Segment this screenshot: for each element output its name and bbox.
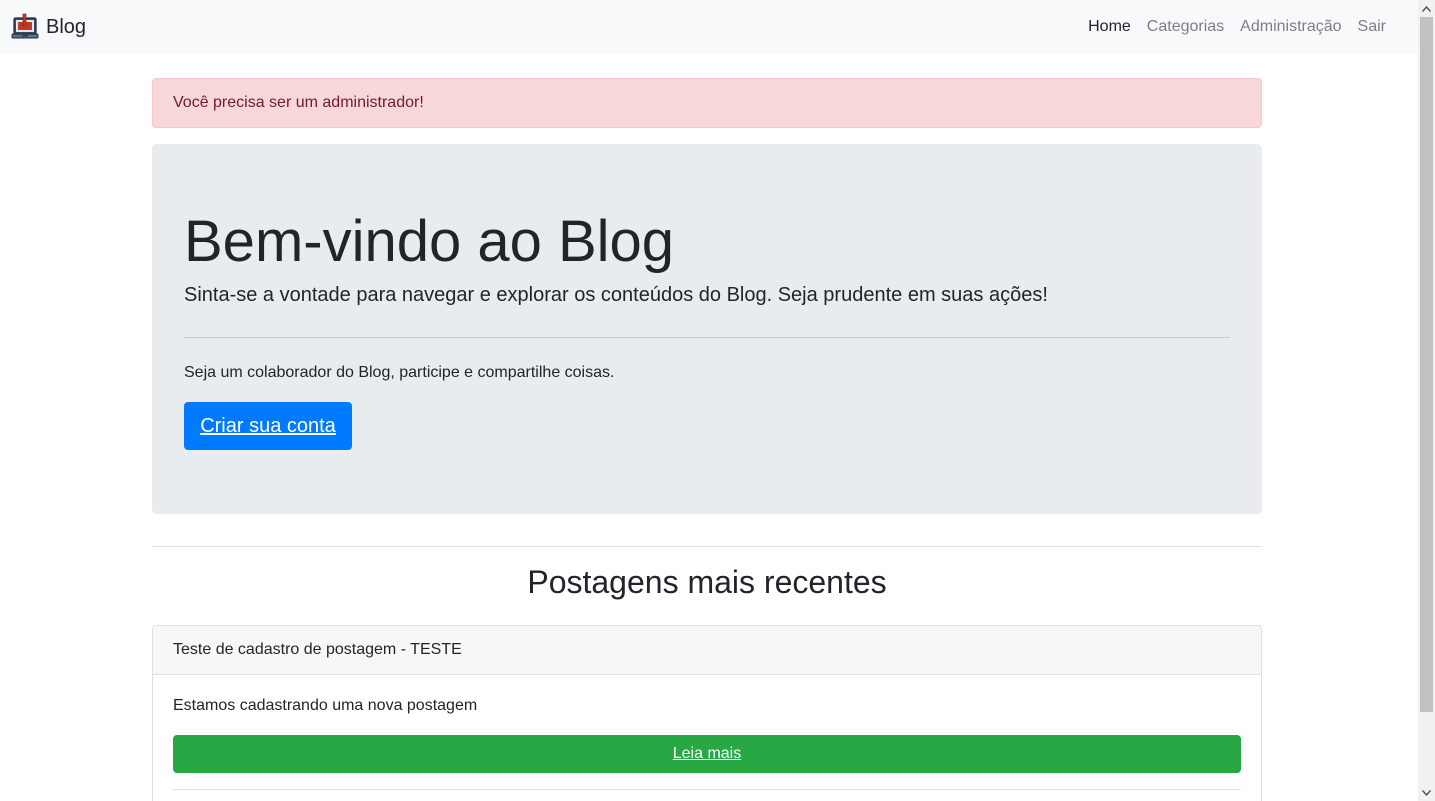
jumbotron-divider xyxy=(184,337,1230,338)
nav-home[interactable]: Home xyxy=(1080,0,1139,54)
scroll-down-arrow-icon[interactable] xyxy=(1418,784,1435,801)
welcome-title: Bem-vindo ao Blog xyxy=(184,209,675,274)
welcome-lead: Sinta-se a vontade para navegar e explor… xyxy=(184,284,1048,306)
nav-categorias[interactable]: Categorias xyxy=(1139,0,1232,54)
laptop-logo-icon xyxy=(11,13,39,39)
admin-required-alert: Você precisa ser um administrador! xyxy=(152,78,1262,128)
navbar: Blog Home Categorias Administração Sair xyxy=(0,0,1418,54)
create-account-button[interactable]: Criar sua conta xyxy=(184,402,352,450)
read-more-button[interactable]: Leia mais xyxy=(173,735,1241,773)
post-card: Teste de cadastro de postagem - TESTE Es… xyxy=(152,625,1262,801)
alert-message: Você precisa ser um administrador! xyxy=(173,94,424,111)
post-description: Estamos cadastrando uma nova postagem xyxy=(173,697,478,714)
nav-administracao[interactable]: Administração xyxy=(1232,0,1349,54)
post-card-header: Teste de cadastro de postagem - TESTE xyxy=(153,626,1261,675)
scroll-up-arrow-icon[interactable] xyxy=(1418,0,1435,17)
nav-sair[interactable]: Sair xyxy=(1350,0,1394,54)
welcome-jumbotron: Bem-vindo ao Blog Sinta-se a vontade par… xyxy=(152,144,1262,514)
collaborator-text: Seja um colaborador do Blog, participe e… xyxy=(184,364,615,381)
brand-label: Blog xyxy=(46,15,87,38)
nav-links: Home Categorias Administração Sair xyxy=(1080,0,1408,54)
section-divider xyxy=(152,546,1262,547)
post-divider xyxy=(173,789,1241,790)
scroll-thumb[interactable] xyxy=(1420,17,1433,712)
recent-posts-title: Postagens mais recentes xyxy=(527,564,887,600)
brand-link[interactable]: Blog xyxy=(10,12,86,42)
vertical-scrollbar[interactable] xyxy=(1418,0,1435,801)
page: Blog Home Categorias Administração Sair … xyxy=(0,0,1418,801)
post-title: Teste de cadastro de postagem - TESTE xyxy=(173,641,462,658)
